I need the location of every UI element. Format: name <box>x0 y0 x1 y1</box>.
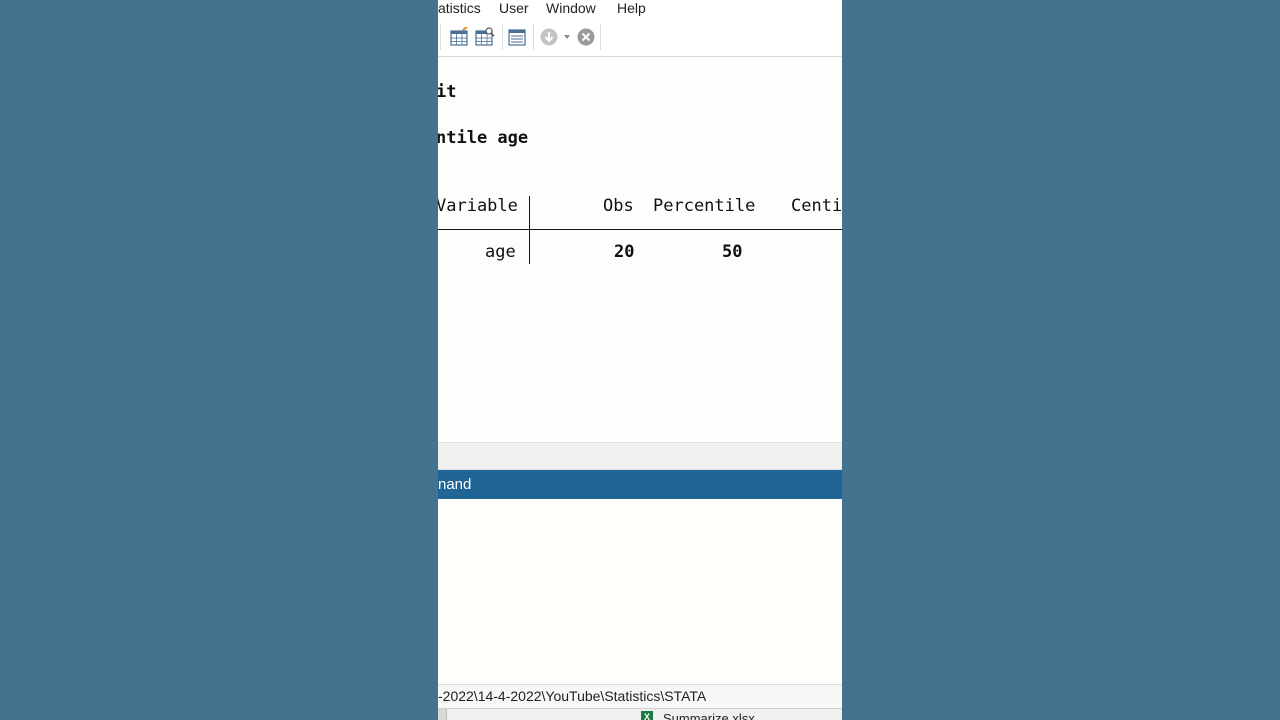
results-command-line-2: ntile age <box>438 128 529 148</box>
menu-statistics[interactable]: atistics <box>438 0 481 16</box>
table-divider-vertical <box>529 196 530 230</box>
menu-window[interactable]: Window <box>546 0 596 16</box>
command-pane-header: nand <box>438 470 842 499</box>
toolbar-separator <box>502 24 503 50</box>
left-backdrop <box>0 0 438 720</box>
command-pane-title: nand <box>438 476 472 493</box>
header-variable: Variable <box>438 196 518 216</box>
row-variable: age <box>485 242 516 262</box>
menu-bar: atistics User Window Help <box>438 0 842 18</box>
row-obs: 20 <box>614 242 635 262</box>
right-backdrop <box>842 0 1280 720</box>
command-input[interactable] <box>438 499 842 684</box>
table-divider-vertical <box>529 230 530 264</box>
taskbar: X Summarize.xlsx <box>438 708 842 720</box>
stata-window: atistics User Window Help it ntile age V… <box>438 0 842 720</box>
toolbar-separator <box>533 24 534 50</box>
edit-grid-icon[interactable] <box>450 27 470 47</box>
toolbar-separator <box>440 24 441 50</box>
break-icon[interactable] <box>576 27 596 47</box>
menu-help[interactable]: Help <box>617 0 646 16</box>
header-centile: Centi <box>791 196 842 216</box>
dropdown-arrow-icon[interactable] <box>563 34 571 40</box>
results-pane: it ntile age Variable Obs Percentile Cen… <box>438 57 842 442</box>
more-icon[interactable] <box>539 27 559 47</box>
taskbar-left-box <box>438 709 447 720</box>
results-command-line-1: it <box>438 82 457 102</box>
header-percentile: Percentile <box>653 196 756 216</box>
browse-grid-icon[interactable] <box>475 27 495 47</box>
excel-file-icon[interactable]: X <box>641 711 653 720</box>
table-divider-horizontal <box>438 229 842 230</box>
working-directory-path: -2022\14-4-2022\YouTube\Statistics\STATA <box>438 688 707 704</box>
horizontal-scrollbar[interactable] <box>438 442 842 470</box>
toolbar <box>438 18 842 57</box>
taskbar-file-label[interactable]: Summarize.xlsx <box>663 711 755 720</box>
menu-user[interactable]: User <box>499 0 529 16</box>
toolbar-separator <box>600 24 601 50</box>
status-bar: -2022\14-4-2022\YouTube\Statistics\STATA <box>438 684 842 709</box>
header-obs: Obs <box>603 196 634 216</box>
variables-manager-icon[interactable] <box>507 27 527 47</box>
row-percentile: 50 <box>722 242 743 262</box>
